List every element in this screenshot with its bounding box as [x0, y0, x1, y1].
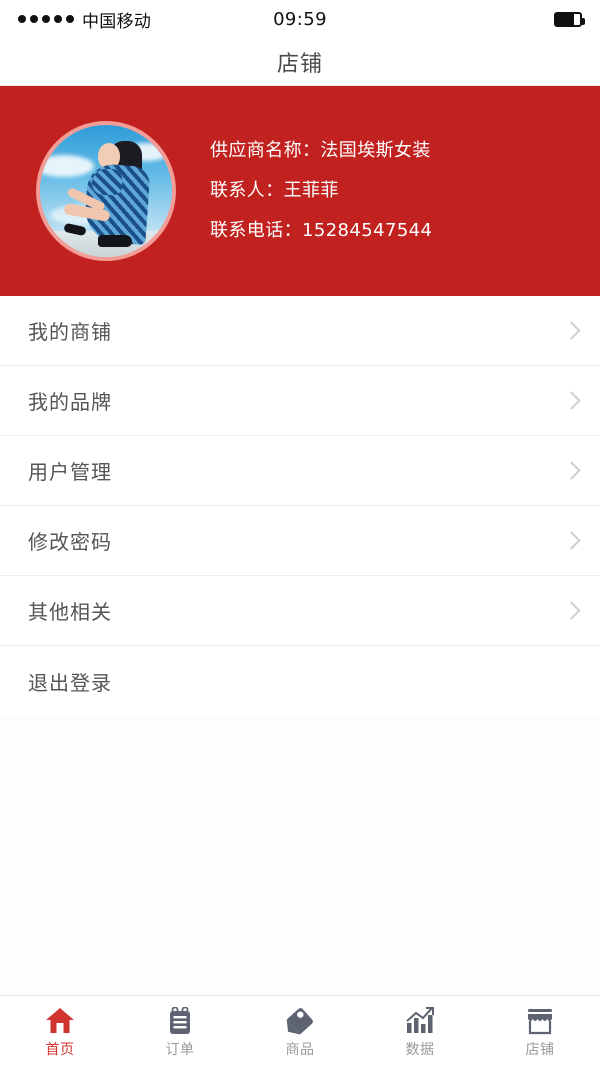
- status-bar-left: 中国移动: [18, 7, 151, 32]
- bottom-tab-bar: 首页 订单 商品 数据 店铺: [0, 995, 600, 1067]
- chevron-right-icon: [562, 531, 581, 550]
- menu-item-label: 我的品牌: [28, 390, 112, 414]
- menu-item-logout[interactable]: 退出登录: [0, 646, 600, 716]
- contact-phone-line: 联系电话：15284547544: [210, 220, 433, 241]
- store-icon: [525, 1005, 555, 1035]
- menu-item-label: 退出登录: [28, 670, 112, 695]
- status-bar-right: [554, 11, 585, 27]
- tag-icon: [285, 1005, 315, 1035]
- contact-person-line: 联系人：王菲菲: [210, 180, 339, 201]
- chevron-right-icon: [562, 601, 581, 620]
- chevron-right-icon: [562, 321, 581, 340]
- tab-label: 商品: [285, 1041, 315, 1058]
- page-title: 店铺: [276, 51, 323, 77]
- tab-data[interactable]: 数据: [360, 996, 480, 1067]
- figure-shoe: [63, 222, 87, 237]
- chevron-right-icon: [562, 461, 581, 480]
- menu-item-change-password[interactable]: 修改密码: [0, 506, 600, 576]
- figure-shoe: [98, 235, 132, 247]
- settings-menu-list: 我的商铺 我的品牌 用户管理 修改密码 其他相关 退出登录: [0, 296, 600, 716]
- menu-item-label: 修改密码: [28, 530, 112, 554]
- content-spacer: [0, 716, 600, 995]
- tab-label: 数据: [405, 1041, 435, 1058]
- chevron-right-icon: [562, 391, 581, 410]
- menu-item-other[interactable]: 其他相关: [0, 576, 600, 646]
- supplier-name-line: 供应商名称：法国埃斯女装: [210, 140, 431, 161]
- tab-label: 首页: [45, 1041, 75, 1058]
- tab-label: 店铺: [525, 1041, 555, 1058]
- menu-item-label: 用户管理: [28, 460, 112, 484]
- battery-icon: [554, 11, 585, 27]
- menu-item-label: 我的商铺: [28, 320, 112, 344]
- tab-shop[interactable]: 店铺: [480, 996, 600, 1067]
- avatar-figure: [40, 125, 172, 257]
- avatar[interactable]: [36, 121, 176, 261]
- status-bar: 中国移动 09:59: [0, 0, 600, 38]
- carrier-label: 中国移动: [82, 11, 152, 32]
- tab-orders[interactable]: 订单: [120, 996, 240, 1067]
- menu-item-user-management[interactable]: 用户管理: [0, 436, 600, 506]
- tab-label: 订单: [165, 1041, 195, 1058]
- figure-sleeve: [92, 169, 122, 195]
- supplier-profile-header: 供应商名称：法国埃斯女装 联系人：王菲菲 联系电话：15284547544: [0, 86, 600, 296]
- tab-products[interactable]: 商品: [240, 996, 360, 1067]
- app-screen: 中国移动 09:59 店铺 供应商名称：法国埃斯女装 联系人：王菲菲 联系电话：…: [0, 0, 600, 1067]
- home-icon: [45, 1005, 75, 1035]
- clipboard-icon: [167, 1005, 193, 1035]
- menu-item-my-brand[interactable]: 我的品牌: [0, 366, 600, 436]
- signal-strength-icon: [18, 15, 74, 23]
- supplier-info: 供应商名称：法国埃斯女装 联系人：王菲菲 联系电话：15284547544: [176, 142, 432, 240]
- menu-item-my-shop[interactable]: 我的商铺: [0, 296, 600, 366]
- menu-item-label: 其他相关: [28, 600, 112, 624]
- navigation-bar: 店铺: [0, 38, 600, 86]
- tab-home[interactable]: 首页: [0, 996, 120, 1067]
- chart-icon: [405, 1005, 435, 1035]
